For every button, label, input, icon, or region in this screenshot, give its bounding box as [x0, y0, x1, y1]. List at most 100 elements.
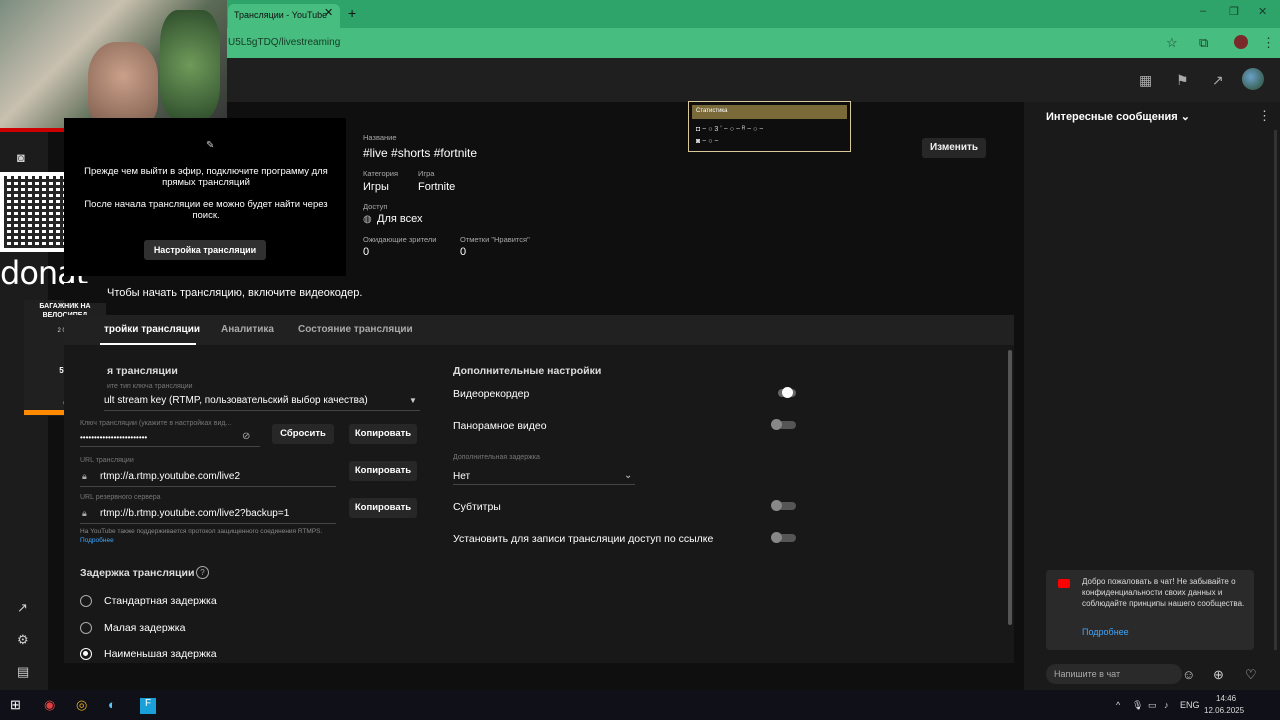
chat-menu-icon[interactable]: ⋮ [1258, 108, 1271, 124]
globe-icon: ◍ [363, 214, 372, 225]
subtitles-toggle-knob [771, 500, 782, 511]
radio-standard-latency[interactable] [80, 595, 92, 607]
likes-label: Отметки "Нравится" [460, 235, 530, 244]
backup-url-field[interactable]: rtmp://b.rtmp.youtube.com/live2?backup=1 [100, 508, 289, 519]
dvr-label: Видеорекордер [453, 388, 530, 400]
window-maximize-button[interactable]: ❐ [1229, 5, 1239, 18]
panoramic-label: Панорамное видео [453, 420, 547, 432]
preview-search-text: После начала трансляции ее можно будет н… [84, 199, 328, 221]
hide-key-icon[interactable]: ⊘ [242, 431, 250, 442]
app-f-icon[interactable]: F [140, 698, 156, 714]
tray-date[interactable]: 12.06.2025 [1204, 706, 1244, 715]
help-icon[interactable]: ? [196, 566, 209, 579]
browser-menu-icon[interactable]: ⋮ [1262, 35, 1275, 51]
key-type-label: ите тип ключа трансляции [107, 383, 193, 390]
share-icon[interactable]: ↗ [1212, 72, 1224, 89]
tray-mic-icon[interactable]: 🎙︎ [1132, 700, 1143, 711]
settings-gear-icon[interactable]: ⚙ [17, 632, 29, 648]
heart-icon[interactable]: ♡ [1245, 667, 1257, 683]
chat-mode-select[interactable]: Интересные сообщения ⌄ [1046, 110, 1190, 123]
delay-chevron-down-icon[interactable]: ⌄ [624, 470, 632, 481]
chat-welcome-text: Добро пожаловать в чат! Не забывайте о к… [1082, 577, 1245, 608]
dropdown-caret-icon[interactable]: ▼ [409, 396, 417, 405]
tray-language[interactable]: ENG [1180, 700, 1200, 710]
youtube-logo-icon [1058, 579, 1070, 588]
waiting-viewers-value: 0 [363, 246, 370, 258]
delay-select[interactable]: Нет [453, 471, 470, 482]
cursor-pencil-icon: ✎ [206, 140, 215, 151]
rtmps-note: На YouTube также поддерживается протокол… [80, 528, 323, 535]
subtitles-label: Субтитры [453, 501, 501, 513]
feedback-icon[interactable]: ▤ [17, 664, 29, 680]
settings-scrollbar[interactable] [1008, 350, 1012, 625]
lock-icon: 🔒︎ [82, 471, 87, 481]
radio-ultra-low-latency[interactable] [80, 648, 92, 660]
chrome-icon[interactable]: ◎ [76, 697, 87, 713]
bookmark-star-icon[interactable]: ☆ [1166, 35, 1178, 51]
flag-icon[interactable]: ⚑ [1176, 72, 1189, 89]
settings-panel [64, 345, 1014, 663]
tab-close-icon[interactable]: ✕ [324, 6, 333, 19]
reset-key-button[interactable]: Сбросить [272, 424, 334, 444]
live-red-bar [0, 128, 64, 132]
profile-icon[interactable] [1234, 35, 1248, 49]
chat-scrollbar[interactable] [1274, 130, 1277, 650]
edit-button[interactable]: Изменить [922, 138, 986, 158]
access-value: Для всех [377, 213, 423, 225]
stats-overlay-header: Статистика [692, 105, 847, 119]
encoder-notice-text: Чтобы начать трансляцию, включите видеок… [107, 287, 363, 299]
window-close-button[interactable]: ✕ [1258, 5, 1267, 18]
copy-key-button[interactable]: Копировать [349, 424, 417, 444]
obs-icon[interactable]: ◉ [44, 697, 55, 713]
panoramic-toggle-knob [771, 419, 782, 430]
tray-network-icon[interactable]: ▭ [1148, 700, 1157, 711]
lock-icon-backup: 🔒︎ [82, 508, 87, 518]
key-type-select[interactable]: ult stream key (RTMP, пользовательский в… [104, 395, 368, 406]
url-field[interactable]: U5L5gTDQ/livestreaming [228, 37, 340, 48]
popout-icon[interactable]: ▦ [1139, 72, 1152, 89]
copy-url-button[interactable]: Копировать [349, 461, 417, 481]
windows-start-icon[interactable]: ⊞ [10, 697, 21, 713]
ultra-low-latency-label: Наименьшая задержка [104, 648, 217, 660]
stats-overlay-row: ◘ ~ ○ 3 ʻ ~ ○ ~ ᴿ ~ ○ ~ [696, 126, 764, 133]
tab-analytics[interactable]: Аналитика [221, 324, 274, 335]
chat-input[interactable]: Напишите в чат [1046, 664, 1182, 684]
camera-icon[interactable]: ◙ [17, 150, 25, 165]
likes-value: 0 [460, 246, 467, 258]
tab-stream-health[interactable]: Состояние трансляции [298, 324, 413, 335]
telegram-icon[interactable]: ◐ [108, 697, 116, 712]
game-label: Игра [418, 169, 435, 178]
delay-underline [453, 484, 635, 485]
new-tab-button[interactable]: + [348, 5, 356, 21]
copy-backup-url-button[interactable]: Копировать [349, 498, 417, 518]
low-latency-label: Малая задержка [104, 622, 186, 634]
game-value: Fortnite [418, 181, 456, 193]
window-minimize-button[interactable]: – [1200, 5, 1206, 17]
webcam-person [88, 42, 158, 128]
title-label: Название [363, 133, 397, 142]
tray-time[interactable]: 14:46 [1216, 694, 1236, 703]
access-label: Доступ [363, 202, 388, 211]
stream-setup-button[interactable]: Настройка трансляции [144, 240, 266, 260]
stream-url-field[interactable]: rtmp://a.rtmp.youtube.com/live2 [100, 471, 240, 482]
emoji-icon[interactable]: ☺ [1182, 667, 1195, 682]
tray-chevron-up-icon[interactable]: ^ [1116, 700, 1120, 710]
rtmps-more-link[interactable]: Подробнее [80, 537, 114, 544]
extra-settings-title: Дополнительные настройки [453, 365, 602, 377]
preview-connect-text: Прежде чем выйти в эфир, подключите прог… [84, 166, 328, 188]
os-taskbar [0, 690, 1280, 720]
stats-overlay-row-2: ◙ ~ ○ ~ [696, 138, 719, 145]
extensions-icon[interactable]: ⧉ [1199, 35, 1208, 51]
radio-low-latency[interactable] [80, 622, 92, 634]
tab-stream-settings[interactable]: тройки трансляции [104, 324, 200, 335]
stream-key-field[interactable]: •••••••••••••••••••••••• [80, 433, 147, 442]
settings-tabs [64, 315, 1014, 345]
tray-volume-icon[interactable]: ♪ [1164, 700, 1169, 710]
stream-key-section-title: я трансляции [107, 365, 178, 377]
stream-url-underline [80, 486, 336, 487]
avatar[interactable] [1242, 68, 1264, 90]
add-icon[interactable]: ⊕ [1213, 667, 1224, 683]
chat-more-link[interactable]: Подробнее [1082, 627, 1129, 637]
stream-key-label: Ключ трансляции (укажите в настройках ви… [80, 420, 232, 427]
external-link-icon[interactable]: ↗ [17, 600, 28, 616]
